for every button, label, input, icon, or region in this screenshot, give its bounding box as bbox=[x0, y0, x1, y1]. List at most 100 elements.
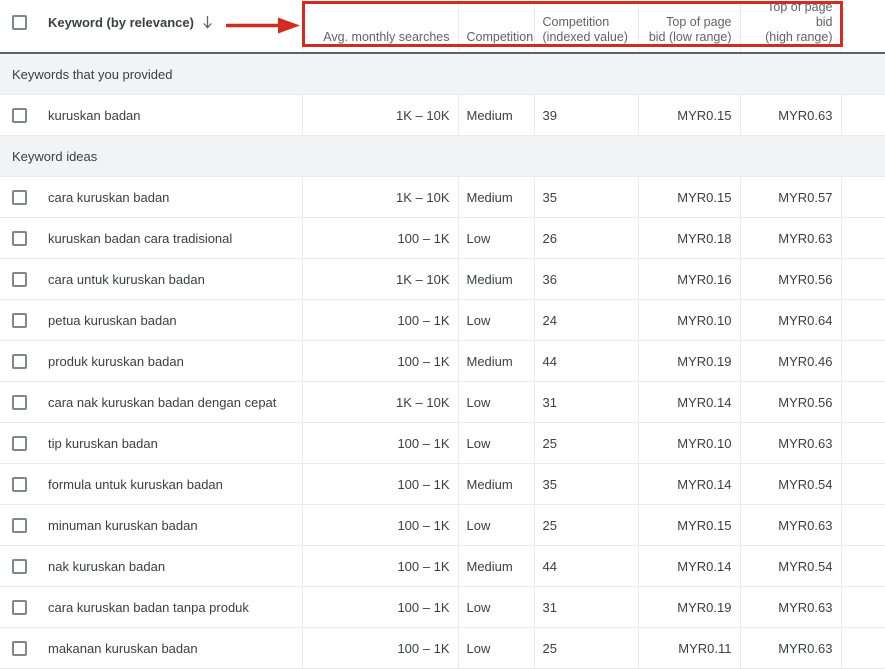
cell-competition: Medium bbox=[458, 176, 535, 218]
table-row[interactable]: minuman kuruskan badan 100 – 1K Low 25 MYR0.… bbox=[0, 504, 885, 546]
row-checkbox[interactable] bbox=[12, 517, 27, 533]
cell-competition-indexed: 25 bbox=[534, 422, 639, 464]
cell-competition-indexed: 31 bbox=[534, 381, 639, 423]
cell-keyword: cara untuk kuruskan badan bbox=[38, 258, 303, 300]
column-header-bid-low-line1: Top of page bbox=[666, 15, 732, 29]
row-checkbox[interactable] bbox=[12, 107, 27, 123]
row-select-cell bbox=[0, 217, 38, 259]
column-header-competition-indexed[interactable]: Competition (indexed value) bbox=[534, 0, 639, 54]
column-header-bid-high[interactable]: Top of page bid (high range) bbox=[740, 0, 842, 54]
column-header-competition[interactable]: Competition bbox=[458, 0, 535, 54]
table-row[interactable]: kuruskan badan cara tradisional 100 – 1K L… bbox=[0, 217, 885, 259]
cell-avg-monthly-searches: 100 – 1K bbox=[302, 217, 459, 259]
cell-avg-monthly-searches: 1K – 10K bbox=[302, 258, 459, 300]
row-select-cell bbox=[0, 627, 38, 669]
table-row[interactable]: cara kuruskan badan 1K – 10K Medium 35 MYR0.… bbox=[0, 176, 885, 218]
cell-bid-low: MYR0.10 bbox=[638, 422, 741, 464]
cell-spacer bbox=[841, 422, 885, 464]
row-checkbox[interactable] bbox=[12, 353, 27, 369]
cell-spacer bbox=[841, 94, 885, 136]
cell-spacer bbox=[841, 504, 885, 546]
column-header-bid-low[interactable]: Top of page bid (low range) bbox=[638, 0, 741, 54]
table-row[interactable]: cara nak kuruskan badan dengan cepat 1K –… bbox=[0, 381, 885, 423]
cell-bid-high: MYR0.63 bbox=[740, 504, 842, 546]
table-row[interactable]: kuruskan badan 1K – 10K Medium 39 MYR0.15 MYR… bbox=[0, 94, 885, 136]
cell-spacer bbox=[841, 258, 885, 300]
row-checkbox[interactable] bbox=[12, 271, 27, 287]
cell-keyword: cara kuruskan badan tanpa produk bbox=[38, 586, 303, 628]
cell-bid-high: MYR0.56 bbox=[740, 381, 842, 423]
cell-competition: Low bbox=[458, 627, 535, 669]
row-select-cell bbox=[0, 176, 38, 218]
column-header-competition-label: Competition bbox=[466, 30, 534, 44]
row-checkbox[interactable] bbox=[12, 189, 27, 205]
row-checkbox[interactable] bbox=[12, 640, 27, 656]
cell-competition-indexed: 25 bbox=[534, 504, 639, 546]
cell-competition-indexed: 25 bbox=[534, 627, 639, 669]
column-header-competition-indexed-line1: Competition bbox=[542, 15, 610, 29]
cell-avg-monthly-searches: 1K – 10K bbox=[302, 176, 459, 218]
column-header-competition-indexed-line2: (indexed value) bbox=[542, 30, 628, 44]
cell-bid-low: MYR0.19 bbox=[638, 586, 741, 628]
cell-competition-indexed: 36 bbox=[534, 258, 639, 300]
cell-competition: Low bbox=[458, 381, 535, 423]
cell-bid-low: MYR0.15 bbox=[638, 176, 741, 218]
cell-competition-indexed: 35 bbox=[534, 463, 639, 505]
table-row[interactable]: cara untuk kuruskan badan 1K – 10K Medium 3… bbox=[0, 258, 885, 300]
cell-spacer bbox=[841, 217, 885, 259]
table-row[interactable]: makanan kuruskan badan 100 – 1K Low 25 MYR0.… bbox=[0, 627, 885, 669]
row-select-cell bbox=[0, 504, 38, 546]
column-header-keyword[interactable]: Keyword (by relevance) bbox=[38, 0, 303, 54]
cell-bid-high: MYR0.46 bbox=[740, 340, 842, 382]
column-header-bid-high-line1: Top of page bid bbox=[767, 0, 833, 29]
table-row[interactable]: nak kuruskan badan 100 – 1K Medium 44 MYR0.1… bbox=[0, 545, 885, 587]
cell-avg-monthly-searches: 1K – 10K bbox=[302, 94, 459, 136]
cell-bid-high: MYR0.54 bbox=[740, 463, 842, 505]
row-select-cell bbox=[0, 258, 38, 300]
table-row[interactable]: petua kuruskan badan 100 – 1K Low 24 MYR0.10… bbox=[0, 299, 885, 341]
section-header-label: Keywords that you provided bbox=[0, 52, 885, 95]
arrow-down-icon[interactable] bbox=[201, 15, 214, 30]
cell-competition-indexed: 44 bbox=[534, 340, 639, 382]
cell-spacer bbox=[841, 627, 885, 669]
row-checkbox[interactable] bbox=[12, 599, 27, 615]
column-header-avg-monthly-searches[interactable]: Avg. monthly searches bbox=[302, 0, 459, 54]
table-row[interactable]: formula untuk kuruskan badan 100 – 1K Medi… bbox=[0, 463, 885, 505]
section-header-label: Keyword ideas bbox=[0, 135, 885, 177]
cell-avg-monthly-searches: 100 – 1K bbox=[302, 627, 459, 669]
column-header-bid-high-line2: (high range) bbox=[765, 30, 833, 44]
table-row[interactable]: produk kuruskan badan 100 – 1K Medium 44 MYR… bbox=[0, 340, 885, 382]
select-all-checkbox[interactable] bbox=[12, 15, 27, 30]
table-body: Keywords that you provided kuruskan badan… bbox=[0, 52, 885, 669]
row-checkbox[interactable] bbox=[12, 312, 27, 328]
cell-avg-monthly-searches: 100 – 1K bbox=[302, 299, 459, 341]
cell-keyword: makanan kuruskan badan bbox=[38, 627, 303, 669]
row-select-cell bbox=[0, 586, 38, 628]
row-select-cell bbox=[0, 463, 38, 505]
cell-avg-monthly-searches: 100 – 1K bbox=[302, 586, 459, 628]
row-checkbox[interactable] bbox=[12, 558, 27, 574]
row-select-cell bbox=[0, 299, 38, 341]
row-checkbox[interactable] bbox=[12, 230, 27, 246]
table-row[interactable]: tip kuruskan badan 100 – 1K Low 25 MYR0.10 MY… bbox=[0, 422, 885, 464]
header-row: Keyword (by relevance) Avg. monthly sear… bbox=[0, 0, 885, 54]
cell-spacer bbox=[841, 381, 885, 423]
cell-bid-low: MYR0.11 bbox=[638, 627, 741, 669]
cell-keyword: kuruskan badan bbox=[38, 94, 303, 136]
row-checkbox[interactable] bbox=[12, 476, 27, 492]
cell-keyword: tip kuruskan badan bbox=[38, 422, 303, 464]
row-select-cell bbox=[0, 94, 38, 136]
row-checkbox[interactable] bbox=[12, 394, 27, 410]
table-row[interactable]: cara kuruskan badan tanpa produk 100 – 1K… bbox=[0, 586, 885, 628]
cell-avg-monthly-searches: 100 – 1K bbox=[302, 340, 459, 382]
section-header-row: Keywords that you provided bbox=[0, 52, 885, 95]
row-checkbox[interactable] bbox=[12, 435, 27, 451]
cell-bid-high: MYR0.54 bbox=[740, 545, 842, 587]
cell-competition-indexed: 26 bbox=[534, 217, 639, 259]
cell-competition-indexed: 44 bbox=[534, 545, 639, 587]
column-header-spacer bbox=[841, 0, 885, 54]
cell-competition: Medium bbox=[458, 545, 535, 587]
cell-bid-low: MYR0.14 bbox=[638, 463, 741, 505]
cell-bid-high: MYR0.56 bbox=[740, 258, 842, 300]
cell-spacer bbox=[841, 176, 885, 218]
